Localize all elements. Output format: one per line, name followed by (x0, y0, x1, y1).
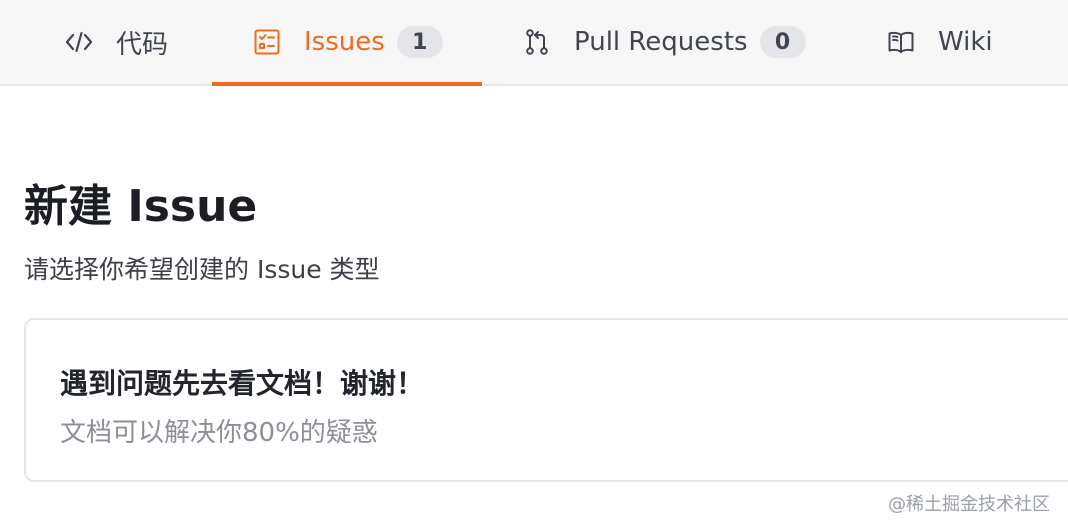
issue-template-title: 遇到问题先去看文档！谢谢！ (60, 367, 425, 400)
tab-wiki-label: Wiki (938, 27, 993, 57)
tab-code-label: 代码 (116, 29, 169, 60)
issue-template-card[interactable]: 遇到问题先去看文档！谢谢！ 文档可以解决你80%的疑惑 (24, 318, 1068, 482)
tab-issues-label: Issues (304, 27, 385, 57)
tab-wiki[interactable]: Wiki (886, 0, 993, 84)
watermark: @稀土掘金技术社区 (888, 494, 1050, 515)
page-title: 新建 Issue (24, 181, 258, 232)
tab-pull-requests[interactable]: Pull Requests 0 (522, 0, 806, 84)
pull-request-icon (522, 27, 552, 57)
code-icon (64, 27, 94, 57)
tab-code[interactable]: 代码 (64, 0, 168, 84)
page-subtitle: 请选择你希望创建的 Issue 类型 (24, 255, 380, 284)
issues-icon (252, 27, 282, 57)
book-icon (886, 27, 916, 57)
tab-issues[interactable]: Issues 1 (252, 0, 443, 84)
issue-template-description: 文档可以解决你80%的疑惑 (60, 418, 378, 448)
pull-requests-count-badge: 0 (759, 26, 806, 58)
repo-tab-bar: 代码 Issues 1 Pull Requests 0 Wiki (0, 0, 1068, 86)
issues-count-badge: 1 (396, 26, 443, 58)
active-tab-indicator (212, 82, 482, 86)
tab-pull-requests-label: Pull Requests (574, 27, 748, 57)
